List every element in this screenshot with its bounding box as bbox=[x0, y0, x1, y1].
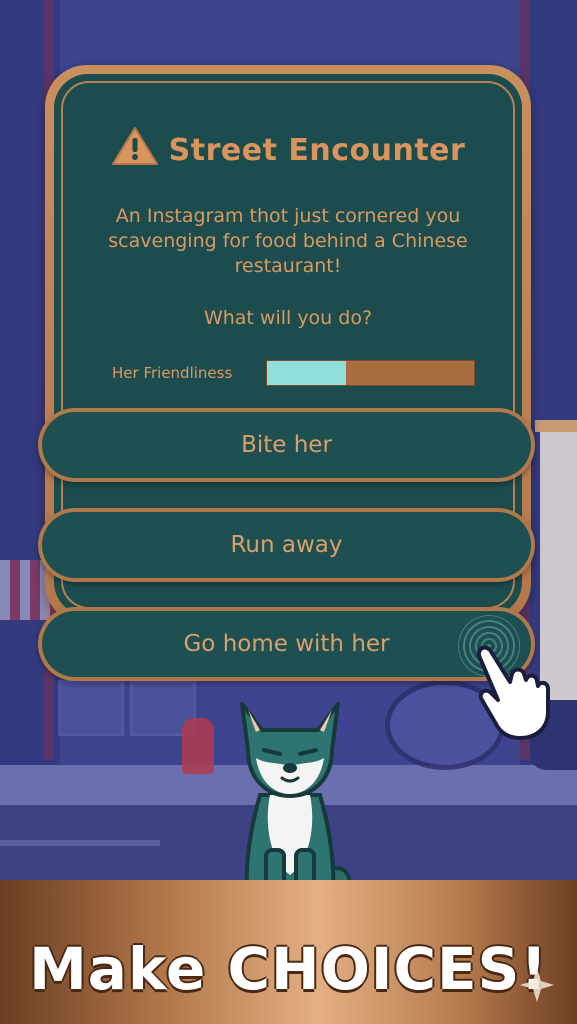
dialog-title: Street Encounter bbox=[168, 133, 466, 168]
choice-label: Run away bbox=[42, 512, 531, 578]
choice-go-home-button[interactable]: Go home with her bbox=[38, 607, 535, 681]
warning-icon bbox=[111, 126, 159, 174]
pointing-hand-icon bbox=[468, 640, 554, 744]
dialog-title-row: Street Encounter bbox=[54, 126, 522, 174]
friendliness-meter-fill bbox=[267, 361, 346, 385]
encounter-question: What will you do? bbox=[203, 307, 373, 329]
choice-run-away-button[interactable]: Run away bbox=[38, 508, 535, 582]
encounter-description: An Instagram thot just cornered you scav… bbox=[108, 205, 468, 277]
friendliness-meter bbox=[266, 360, 475, 386]
road-marking bbox=[0, 840, 160, 846]
banner-headline: Make CHOICES! bbox=[29, 935, 548, 1003]
sparkle-icon bbox=[520, 968, 554, 1006]
choice-label: Bite her bbox=[42, 412, 531, 478]
choice-bite-her-button[interactable]: Bite her bbox=[38, 408, 535, 482]
storefront-trim bbox=[535, 420, 577, 432]
fire-hydrant bbox=[182, 718, 214, 774]
shop-window bbox=[58, 680, 124, 736]
friendliness-label: Her Friendliness bbox=[112, 364, 233, 382]
